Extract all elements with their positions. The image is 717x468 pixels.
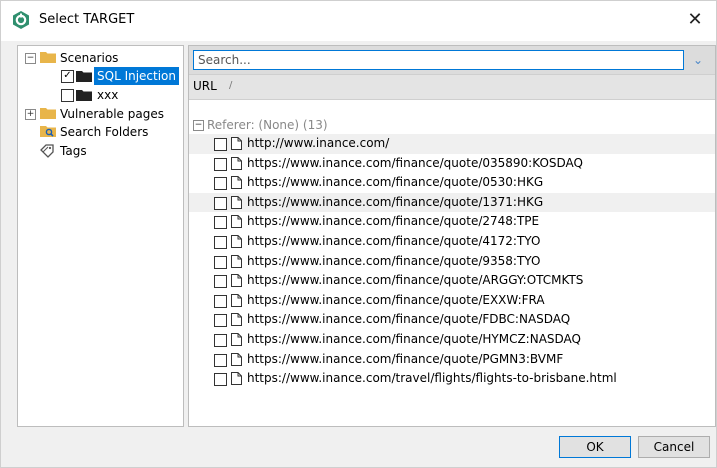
checkbox-sql-injection[interactable]: ✓ bbox=[61, 70, 74, 83]
tree-label-xxx: xxx bbox=[97, 88, 119, 102]
title-bar: Select TARGET ✕ bbox=[1, 1, 716, 41]
expand-icon[interactable]: + bbox=[25, 109, 36, 120]
url-text: https://www.inance.com/finance/quote/417… bbox=[247, 233, 541, 248]
document-icon bbox=[231, 234, 242, 248]
tree-label-sql-injection: SQL Injection bbox=[94, 67, 180, 85]
resize-grip-icon[interactable] bbox=[705, 456, 713, 464]
document-icon bbox=[231, 254, 242, 268]
url-row[interactable]: https://www.inance.com/finance/quote/137… bbox=[189, 192, 715, 213]
document-icon bbox=[231, 176, 242, 190]
url-text: http://www.inance.com/ bbox=[247, 136, 390, 150]
url-text: https://www.inance.com/finance/quote/935… bbox=[247, 253, 541, 268]
tree-label-scenarios: Scenarios bbox=[60, 51, 119, 65]
checkbox-xxx[interactable] bbox=[61, 89, 74, 102]
url-checkbox[interactable] bbox=[214, 157, 227, 171]
url-row[interactable]: https://www.inance.com/finance/quote/HYM… bbox=[189, 330, 715, 350]
search-input[interactable] bbox=[193, 50, 684, 70]
ok-button[interactable]: OK bbox=[559, 436, 631, 458]
url-row[interactable]: https://www.inance.com/finance/quote/EXX… bbox=[189, 291, 715, 311]
document-icon bbox=[231, 215, 242, 229]
url-row[interactable]: https://www.inance.com/finance/quote/FDB… bbox=[189, 310, 715, 330]
column-header-url: URL bbox=[193, 79, 217, 93]
url-checkbox[interactable] bbox=[214, 314, 227, 328]
url-checkbox[interactable] bbox=[214, 138, 227, 151]
url-row[interactable]: https://www.inance.com/travel/flights/fl… bbox=[189, 369, 715, 389]
tree-label-tags: Tags bbox=[60, 144, 87, 158]
document-icon bbox=[231, 352, 242, 366]
tree-item-scenarios[interactable]: − Scenarios bbox=[18, 49, 178, 67]
url-text: https://www.inance.com/finance/quote/035… bbox=[247, 155, 583, 170]
tag-icon bbox=[40, 144, 54, 158]
cancel-button[interactable]: Cancel bbox=[638, 436, 710, 458]
search-folder-icon bbox=[40, 126, 56, 137]
url-checkbox[interactable] bbox=[214, 196, 227, 210]
url-row[interactable]: https://www.inance.com/finance/quote/PGM… bbox=[189, 350, 715, 370]
group-label: Referer: (None) (13) bbox=[207, 118, 328, 132]
url-row[interactable]: https://www.inance.com/finance/quote/035… bbox=[189, 154, 715, 174]
url-text: https://www.inance.com/finance/quote/274… bbox=[247, 214, 540, 229]
window-title: Select TARGET bbox=[39, 12, 135, 27]
document-icon bbox=[231, 293, 242, 307]
url-checkbox[interactable] bbox=[214, 216, 227, 230]
document-icon bbox=[231, 156, 242, 170]
document-icon bbox=[231, 137, 242, 150]
url-text: https://www.inance.com/finance/quote/137… bbox=[247, 194, 544, 209]
url-checkbox[interactable] bbox=[214, 294, 227, 308]
url-text: https://www.inance.com/finance/quote/FDB… bbox=[247, 312, 571, 327]
url-text: https://www.inance.com/finance/quote/053… bbox=[247, 175, 544, 190]
close-icon[interactable]: ✕ bbox=[682, 7, 708, 33]
tree-panel: − Scenarios ✓ SQL Injection xxx + Vulner… bbox=[17, 45, 184, 427]
folder-icon bbox=[40, 108, 56, 119]
folder-icon bbox=[76, 90, 92, 101]
url-row[interactable]: https://www.inance.com/finance/quote/274… bbox=[189, 212, 715, 232]
url-text: https://www.inance.com/finance/quote/HYM… bbox=[247, 331, 582, 346]
tree-item-xxx[interactable]: xxx bbox=[18, 86, 178, 104]
chevron-down-icon[interactable]: ⌄ bbox=[689, 52, 707, 68]
url-row[interactable]: https://www.inance.com/finance/quote/053… bbox=[189, 173, 715, 193]
url-row[interactable]: https://www.inance.com/finance/quote/417… bbox=[189, 232, 715, 252]
url-row[interactable]: https://www.inance.com/finance/quote/935… bbox=[189, 252, 715, 272]
document-icon bbox=[231, 332, 242, 346]
document-icon bbox=[231, 313, 242, 327]
search-bar: ⌄ bbox=[189, 46, 715, 74]
url-text: https://www.inance.com/travel/flights/fl… bbox=[247, 371, 617, 386]
tree-item-search-folders[interactable]: Search Folders bbox=[18, 123, 178, 141]
url-checkbox[interactable] bbox=[214, 373, 227, 387]
document-icon bbox=[231, 372, 242, 386]
url-list: http://www.inance.com/ https://www.inanc… bbox=[189, 134, 715, 389]
url-checkbox[interactable] bbox=[214, 333, 227, 347]
select-target-dialog: Select TARGET ✕ − Scenarios ✓ SQL Inject… bbox=[0, 0, 717, 468]
tree-item-tags[interactable]: Tags bbox=[18, 142, 178, 160]
document-icon bbox=[231, 195, 242, 209]
document-icon bbox=[231, 274, 242, 288]
folder-icon bbox=[76, 71, 92, 82]
tree-label-search-folders: Search Folders bbox=[60, 125, 149, 139]
url-checkbox[interactable] bbox=[214, 353, 227, 367]
url-row[interactable]: https://www.inance.com/finance/quote/ARG… bbox=[189, 271, 715, 291]
tree-label-vulnerable-pages: Vulnerable pages bbox=[60, 107, 164, 121]
url-list-panel: ⌄ URL / − Referer: (None) (13) http://ww… bbox=[188, 45, 716, 427]
collapse-icon[interactable]: − bbox=[193, 120, 204, 131]
app-logo-icon bbox=[13, 11, 29, 29]
folder-icon bbox=[40, 52, 56, 63]
url-checkbox[interactable] bbox=[214, 255, 227, 269]
url-column-header[interactable]: URL / bbox=[189, 74, 715, 100]
url-row[interactable]: http://www.inance.com/ bbox=[189, 134, 715, 154]
url-checkbox[interactable] bbox=[214, 235, 227, 249]
url-text: https://www.inance.com/finance/quote/EXX… bbox=[247, 292, 545, 307]
url-checkbox[interactable] bbox=[214, 275, 227, 289]
url-text: https://www.inance.com/finance/quote/ARG… bbox=[247, 273, 584, 288]
sort-icon: / bbox=[229, 80, 233, 91]
url-checkbox[interactable] bbox=[214, 177, 227, 191]
tree-item-vulnerable-pages[interactable]: + Vulnerable pages bbox=[18, 105, 178, 123]
collapse-icon[interactable]: − bbox=[25, 53, 36, 64]
url-text: https://www.inance.com/finance/quote/PGM… bbox=[247, 351, 564, 366]
tree-item-sql-injection[interactable]: ✓ SQL Injection bbox=[18, 67, 180, 85]
